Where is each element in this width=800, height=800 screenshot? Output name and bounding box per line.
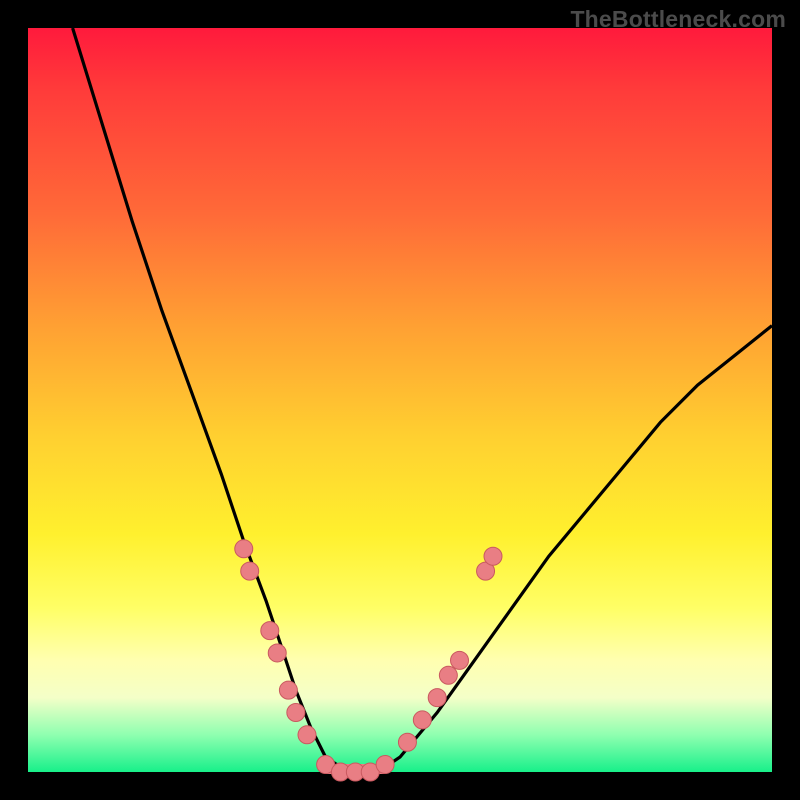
- marker-dot: [241, 562, 259, 580]
- marker-dot: [279, 681, 297, 699]
- watermark-text: TheBottleneck.com: [570, 6, 786, 33]
- marker-dot: [439, 666, 457, 684]
- marker-dot: [287, 703, 305, 721]
- marker-dot: [451, 651, 469, 669]
- chart-plot-area: [28, 28, 772, 772]
- marker-dots: [235, 540, 502, 781]
- marker-dot: [261, 622, 279, 640]
- marker-dot: [428, 689, 446, 707]
- marker-dot: [398, 733, 416, 751]
- marker-dot: [268, 644, 286, 662]
- marker-dot: [235, 540, 253, 558]
- chart-svg: [28, 28, 772, 772]
- marker-dot: [298, 726, 316, 744]
- bottleneck-curve: [73, 28, 772, 772]
- marker-dot: [376, 756, 394, 774]
- chart-frame: TheBottleneck.com: [0, 0, 800, 800]
- marker-dot: [484, 547, 502, 565]
- marker-dot: [413, 711, 431, 729]
